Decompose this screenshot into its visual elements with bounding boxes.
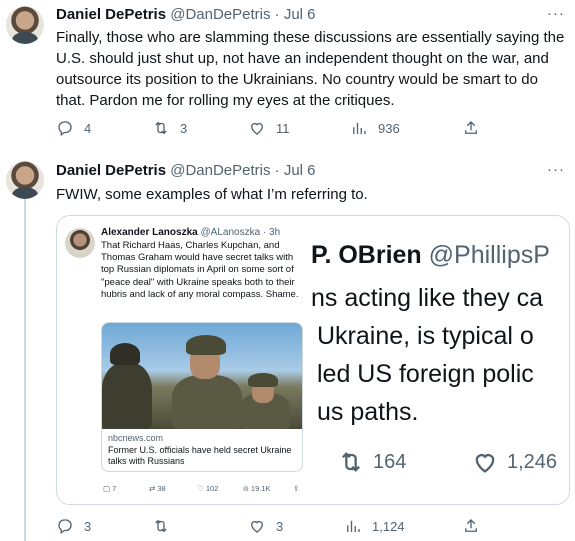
reply-icon <box>58 519 72 535</box>
quoted-author-name: Alexander Lanoszka <box>101 227 198 238</box>
quoted-text: That Richard Haas, Charles Kupchan, and … <box>101 240 299 300</box>
retweet-button[interactable] <box>152 517 180 535</box>
zoomed-tweet-screenshot: P. OBrien @PhillipsP ns acting like they… <box>311 216 569 504</box>
retweet-icon <box>342 452 360 472</box>
zoomed-author-name: P. OBrien <box>311 241 422 269</box>
quoted-tweet-screenshot: Alexander Lanoszka @ALanoszka · 3h That … <box>57 216 311 504</box>
views-icon <box>353 122 366 134</box>
views-icon <box>347 520 360 532</box>
heart-icon <box>251 520 263 533</box>
separator-dot: · <box>274 6 280 23</box>
quoted-reply-count: 7 <box>112 484 117 493</box>
zoomed-retweet-count: 164 <box>373 450 407 473</box>
zoomed-text-line: ns acting like they ca <box>311 284 544 312</box>
more-options-button[interactable]: ··· <box>547 161 565 178</box>
heart-icon <box>251 122 263 135</box>
retweet-icon <box>155 519 167 533</box>
retweet-icon <box>155 121 167 135</box>
retweet-button[interactable]: 3 <box>152 119 187 137</box>
share-button[interactable] <box>462 119 480 137</box>
reply-count: 3 <box>84 518 92 534</box>
quoted-views: ılı 19.1K <box>243 484 271 493</box>
author-handle[interactable]: @DanDePetris <box>170 6 270 23</box>
zoomed-author-handle: @PhillipsP <box>428 241 550 269</box>
quoted-view-count: 19.1K <box>250 484 271 493</box>
quoted-header: Alexander Lanoszka @ALanoszka · 3h <box>101 227 280 238</box>
like-button[interactable]: 3 <box>248 517 283 535</box>
share-icon <box>465 519 477 532</box>
zoomed-retweet: 164 <box>337 448 406 476</box>
author-name[interactable]: Daniel DePetris <box>56 162 166 179</box>
separator-dot: · <box>274 162 280 179</box>
helmet-shape <box>248 373 278 387</box>
quoted-retweet: ⇄ 38 <box>149 484 166 493</box>
reply-icon <box>58 121 72 137</box>
tweet-header: Daniel DePetris @DanDePetris · Jul 6 <box>56 6 316 23</box>
view-count: 936 <box>378 120 400 136</box>
zoomed-text-line: us paths. <box>317 398 419 426</box>
quoted-reply: ▢ 7 <box>103 484 117 493</box>
reply-button[interactable]: 3 <box>56 517 91 535</box>
like-count: 11 <box>276 120 290 136</box>
avatar[interactable] <box>6 6 44 44</box>
tweet-text: Finally, those who are slamming these di… <box>56 29 565 109</box>
views-button[interactable]: 936 <box>350 119 400 137</box>
quoted-author-handle: @ALanoszka · 3h <box>200 227 281 238</box>
like-button[interactable]: 11 <box>248 119 290 137</box>
reply-count: 4 <box>84 120 92 136</box>
quoted-like: ♡ 102 <box>197 484 219 493</box>
views-button[interactable]: 1,124 <box>344 517 405 535</box>
tweet-actions: 3 3 1,124 <box>52 517 492 539</box>
retweet-count: 3 <box>180 120 188 136</box>
avatar[interactable] <box>6 161 44 199</box>
quoted-retweet-count: 38 <box>157 484 166 493</box>
more-options-button[interactable]: ··· <box>547 5 565 22</box>
attached-image[interactable]: Alexander Lanoszka @ALanoszka · 3h That … <box>56 215 570 505</box>
link-domain: nbcnews.com <box>108 433 164 443</box>
author-handle[interactable]: @DanDePetris <box>170 162 270 179</box>
tweet-text: FWIW, some examples of what I’m referrin… <box>56 186 368 203</box>
share-button[interactable] <box>462 517 480 535</box>
tweet-time[interactable]: Jul 6 <box>284 6 316 23</box>
reply-button[interactable]: 4 <box>56 119 91 137</box>
quoted-like-count: 102 <box>205 484 219 493</box>
soldier-figure <box>172 375 242 429</box>
link-preview-card: nbcnews.com Former U.S. officials have h… <box>101 322 303 472</box>
zoomed-text-line: Ukraine, is typical o <box>317 322 534 350</box>
tweet-time[interactable]: Jul 6 <box>284 162 316 179</box>
tweet-header: Daniel DePetris @DanDePetris · Jul 6 <box>56 162 316 179</box>
zoomed-like-count: 1,246 <box>507 450 558 473</box>
share-icon <box>465 121 477 134</box>
zoomed-text-line: led US foreign polic <box>317 360 534 388</box>
news-photo <box>102 323 302 429</box>
like-count: 3 <box>276 518 284 534</box>
link-title: Former U.S. officials have held secret U… <box>108 445 292 466</box>
zoomed-header: P. OBrien @PhillipsP <box>311 241 550 270</box>
avatar <box>65 228 95 258</box>
quoted-actions: ▢ 7 ⇄ 38 ♡ 102 ılı 19.1K ⇪ <box>101 484 306 496</box>
thread-line <box>24 199 26 541</box>
heart-icon <box>475 454 495 473</box>
tweet-1[interactable]: Daniel DePetris @DanDePetris · Jul 6 ···… <box>0 0 575 150</box>
zoomed-like: 1,246 <box>471 448 557 476</box>
quoted-share: ⇪ <box>293 484 300 493</box>
helmet-shape <box>110 343 140 365</box>
view-count: 1,124 <box>372 518 405 534</box>
tweet-actions: 4 3 11 936 <box>52 119 492 141</box>
author-name[interactable]: Daniel DePetris <box>56 6 166 23</box>
helmet-shape <box>186 335 226 355</box>
soldier-figure <box>102 363 152 429</box>
